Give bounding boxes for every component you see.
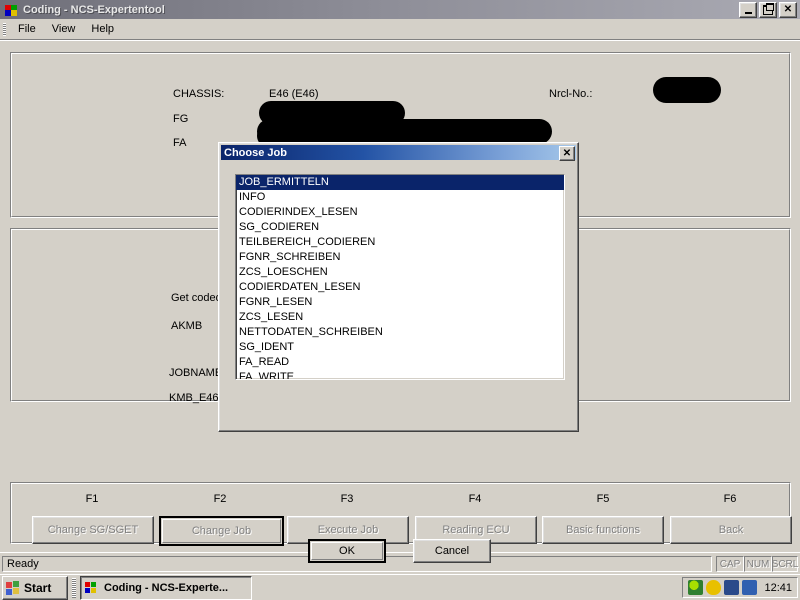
ok-button[interactable]: OK xyxy=(308,539,386,563)
chassis-value: E46 (E46) xyxy=(269,88,319,100)
job-list-item[interactable]: FA_READ xyxy=(236,355,564,370)
fkey-button-basic-functions[interactable]: Basic functions xyxy=(542,516,664,544)
fkey-label-f6: F6 xyxy=(723,493,737,505)
fkey-button-back[interactable]: Back xyxy=(670,516,792,544)
jobname-label: JOBNAME xyxy=(169,367,223,379)
menu-grip-handle[interactable] xyxy=(3,22,6,36)
fkey-button-label: Back xyxy=(718,524,744,536)
fg-label: FG xyxy=(173,113,189,125)
app-icon xyxy=(85,581,99,595)
redaction-nrcl xyxy=(653,77,721,103)
fkey-button-label: Change SG/SGET xyxy=(47,524,139,536)
akmb-label: AKMB xyxy=(171,320,203,332)
get-coded-label: Get coded: xyxy=(171,292,225,304)
status-indicator-cap: CAP xyxy=(716,556,744,572)
window-controls: ✕ xyxy=(739,2,797,18)
job-list-item[interactable]: NETTODATEN_SCHREIBEN xyxy=(236,325,564,340)
job-list-item[interactable]: SG_CODIEREN xyxy=(236,220,564,235)
job-list-item[interactable]: FA_WRITE xyxy=(236,370,564,379)
close-icon: ✕ xyxy=(783,4,793,15)
fkey-button-change-sg-sget[interactable]: Change SG/SGET xyxy=(32,516,154,544)
shield-warning-icon[interactable] xyxy=(706,580,722,595)
fkey-label-f5: F5 xyxy=(596,493,610,505)
job-list-item[interactable]: INFO xyxy=(236,190,564,205)
start-button[interactable]: Start xyxy=(2,576,68,600)
job-list-item[interactable]: JOB_ERMITTELN xyxy=(236,175,564,190)
fkey-button-label: Change Job xyxy=(191,525,252,537)
job-list-item[interactable]: SG_IDENT xyxy=(236,340,564,355)
update-icon[interactable] xyxy=(742,580,758,595)
dialog-close-button[interactable]: ✕ xyxy=(559,146,575,161)
nrcl-label: Nrcl-No.: xyxy=(549,88,593,100)
menu-item-file[interactable]: File xyxy=(10,21,44,37)
job-list-item[interactable]: CODIERDATEN_LESEN xyxy=(236,280,564,295)
function-key-panel: F1 F2 F3 F4 F5 F6 Change SG/SGET Change … xyxy=(10,482,792,546)
status-indicator-num: NUM xyxy=(744,556,772,572)
battery-icon[interactable] xyxy=(724,580,740,595)
fkey-button-label: Basic functions xyxy=(566,524,640,536)
fkey-button-label: Execute Job xyxy=(317,524,379,536)
start-label: Start xyxy=(24,581,52,595)
fkey-button-change-job[interactable]: Change Job xyxy=(159,516,284,546)
network-icon[interactable] xyxy=(688,580,704,595)
cancel-button[interactable]: Cancel xyxy=(413,539,491,563)
fkey-label-f3: F3 xyxy=(340,493,354,505)
job-list-item[interactable]: FGNR_LESEN xyxy=(236,295,564,310)
clock[interactable]: 12:41 xyxy=(764,582,792,594)
job-list-item[interactable]: CODIERINDEX_LESEN xyxy=(236,205,564,220)
minimize-icon xyxy=(744,11,752,14)
dialog-titlebar[interactable]: Choose Job ✕ xyxy=(221,145,576,161)
taskbar: Start Coding - NCS-Experte... 12:41 xyxy=(0,574,800,600)
chassis-label: CHASSIS: xyxy=(173,88,225,100)
dialog-title: Choose Job xyxy=(224,146,287,159)
fkey-label-f4: F4 xyxy=(468,493,482,505)
menubar: File View Help xyxy=(0,19,800,40)
window-title: Coding - NCS-Expertentool xyxy=(23,3,165,16)
fkey-label-f1: F1 xyxy=(85,493,99,505)
fkey-label-f2: F2 xyxy=(213,493,227,505)
menu-item-view[interactable]: View xyxy=(44,21,84,37)
windows-logo-icon xyxy=(6,581,21,595)
ok-button-label: OK xyxy=(339,545,355,557)
taskbar-item-coding[interactable]: Coding - NCS-Experte... xyxy=(80,576,252,600)
system-tray: 12:41 xyxy=(682,577,798,598)
job-list-item[interactable]: ZCS_LOESCHEN xyxy=(236,265,564,280)
close-icon: ✕ xyxy=(562,147,572,159)
status-indicator-scrl: SCRL xyxy=(772,556,798,572)
app-icon xyxy=(3,2,19,18)
taskbar-item-label: Coding - NCS-Experte... xyxy=(104,582,229,594)
job-listbox[interactable]: JOB_ERMITTELN INFO CODIERINDEX_LESEN SG_COD… xyxy=(235,174,565,380)
minimize-button[interactable] xyxy=(739,2,757,18)
job-list-item[interactable]: TEILBEREICH_CODIEREN xyxy=(236,235,564,250)
job-list-item[interactable]: ZCS_LESEN xyxy=(236,310,564,325)
menu-item-help[interactable]: Help xyxy=(83,21,122,37)
kmb-value-label: KMB_E46.( xyxy=(169,392,226,404)
statusbar: Ready CAP NUM SCRL xyxy=(0,552,800,575)
cancel-button-label: Cancel xyxy=(434,545,470,557)
close-button[interactable]: ✕ xyxy=(779,2,797,18)
restore-button[interactable] xyxy=(759,2,777,18)
screen: Coding - NCS-Expertentool ✕ File View He… xyxy=(0,0,800,600)
choose-job-dialog: Choose Job ✕ JOB_ERMITTELN INFO CODIERINDE… xyxy=(218,142,579,563)
fkey-button-label: Reading ECU xyxy=(442,524,510,536)
job-list-item[interactable]: FGNR_SCHREIBEN xyxy=(236,250,564,265)
restore-icon xyxy=(763,3,774,15)
fa-label: FA xyxy=(173,137,187,149)
window-titlebar[interactable]: Coding - NCS-Expertentool ✕ xyxy=(0,0,800,19)
taskbar-separator xyxy=(72,578,76,598)
